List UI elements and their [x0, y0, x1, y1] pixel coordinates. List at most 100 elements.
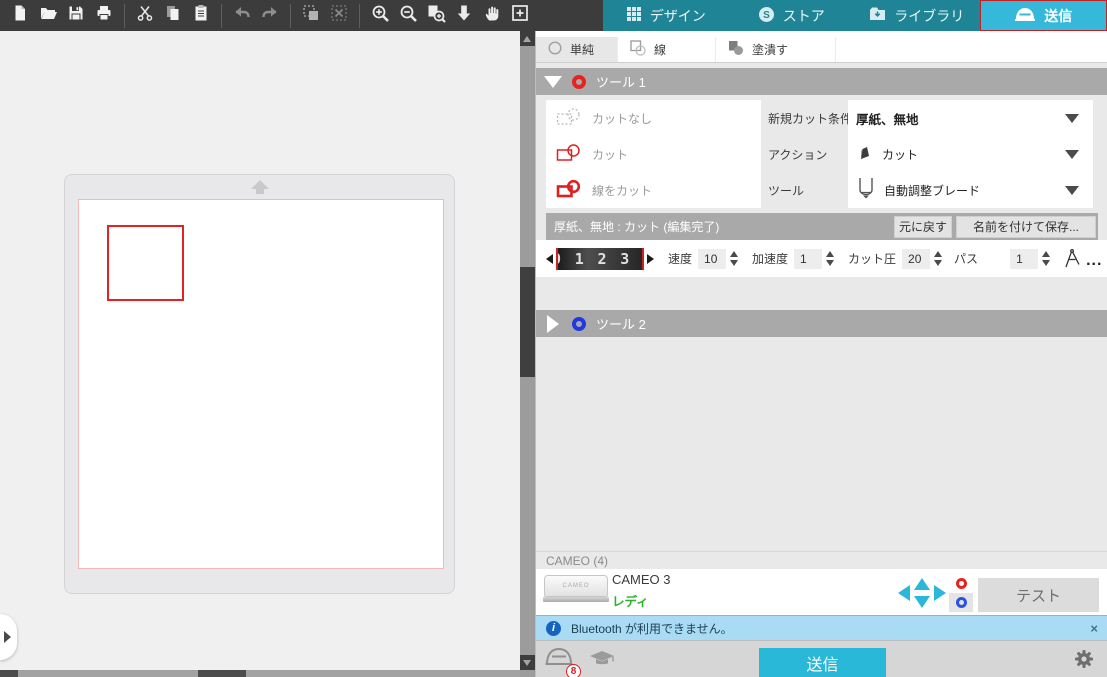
- zoom-selection-button[interactable]: [422, 3, 450, 29]
- jog-up-arrow[interactable]: [914, 578, 930, 590]
- pressure-input[interactable]: 20: [902, 249, 930, 269]
- material-dropdown[interactable]: 厚紙、無地: [848, 100, 1093, 136]
- tutorials-button[interactable]: [588, 649, 616, 674]
- vscroll-down-button[interactable]: [520, 655, 535, 670]
- hscroll-left-stub[interactable]: [0, 670, 18, 677]
- new-document-button[interactable]: [6, 3, 34, 29]
- vscroll-thumb[interactable]: [520, 267, 535, 377]
- tab-send[interactable]: 送信: [980, 0, 1107, 31]
- horizontal-scrollbar[interactable]: [0, 670, 535, 677]
- zoom-out-icon: [399, 4, 418, 28]
- tool2-blue-ring-icon: [572, 317, 586, 331]
- tab-design-label: デザイン: [650, 6, 706, 26]
- design-shape-square[interactable]: [107, 225, 184, 301]
- cut-mode-cut-edge[interactable]: 線をカット: [546, 172, 761, 208]
- cut-mode-no-cut[interactable]: カットなし: [546, 100, 761, 136]
- zoom-out-button[interactable]: [394, 3, 422, 29]
- undo-button[interactable]: [228, 3, 256, 29]
- tool-holder-2[interactable]: [949, 593, 973, 612]
- pressure-stepper[interactable]: [934, 251, 942, 266]
- cut-mode-list: カットなし カット 線をカット: [546, 100, 761, 208]
- tool2-title: ツール 2: [596, 314, 646, 333]
- condition-bar: 厚紙、無地 : カット (編集完了) 元に戻す 名前を付けて保存...: [546, 213, 1098, 240]
- print-button[interactable]: [90, 3, 118, 29]
- tool-dropdown[interactable]: 自動調整ブレード: [848, 172, 1093, 208]
- tab-library-label: ライブラリ: [894, 6, 964, 26]
- drag-zoom-button[interactable]: [450, 3, 478, 29]
- fit-to-page-button[interactable]: [506, 3, 534, 29]
- tab-fill[interactable]: 塗潰す: [716, 37, 836, 62]
- speed-input[interactable]: 10: [698, 249, 726, 269]
- tab-simple-label: 単純: [570, 41, 594, 58]
- svg-text:S: S: [763, 10, 770, 21]
- tab-simple[interactable]: 単純: [536, 37, 618, 62]
- save-button[interactable]: [62, 3, 90, 29]
- vertical-scrollbar[interactable]: [520, 31, 535, 677]
- expand-triangle-icon: [547, 315, 559, 333]
- zoom-in-icon: [371, 4, 390, 28]
- device-thumb-label: CAMEO: [562, 583, 589, 589]
- silhouette-studio-send-screen: デザイン S ストア ライブラリ 送信: [0, 0, 1107, 677]
- test-button[interactable]: テスト: [978, 578, 1099, 612]
- delete-selection-button[interactable]: [325, 3, 353, 29]
- toolbar-separator: [359, 4, 360, 28]
- save-as-button[interactable]: 名前を付けて保存...: [956, 216, 1096, 238]
- bluetooth-notice-bar: i Bluetooth が利用できません。 ×: [536, 615, 1107, 640]
- open-file-button[interactable]: [34, 3, 62, 29]
- acceleration-input[interactable]: 1: [794, 249, 822, 269]
- dial-right-arrow[interactable]: [647, 254, 654, 264]
- passes-input[interactable]: 1: [1010, 249, 1038, 269]
- cut-mode-cut[interactable]: カット: [546, 136, 761, 172]
- tool1-red-ring-icon: [572, 75, 586, 89]
- speed-stepper[interactable]: [730, 251, 738, 266]
- tool2-header[interactable]: ツール 2: [536, 310, 1107, 337]
- page-area: [78, 199, 444, 569]
- fit-to-page-icon: [511, 4, 529, 27]
- device-name: CAMEO 3: [612, 572, 671, 587]
- copy-button[interactable]: [159, 3, 187, 29]
- dial-left-arrow[interactable]: [546, 254, 553, 264]
- tab-store[interactable]: S ストア: [729, 0, 855, 31]
- tool1-header[interactable]: ツール 1: [536, 68, 1107, 95]
- jog-right-arrow[interactable]: [934, 585, 946, 601]
- hscroll-thumb[interactable]: [198, 670, 246, 677]
- pan-button[interactable]: [478, 3, 506, 29]
- device-row: CAMEO CAMEO 3 レディ テスト: [536, 569, 1107, 615]
- vscroll-up-button[interactable]: [520, 31, 535, 46]
- action-dropdown[interactable]: カット: [848, 136, 1093, 172]
- redo-button[interactable]: [256, 3, 284, 29]
- cut-mode-label: 線をカット: [592, 182, 652, 199]
- fill-style-icon: [728, 40, 744, 59]
- tab-line[interactable]: 線: [618, 37, 716, 62]
- blade-adjust-button[interactable]: ...: [1062, 248, 1102, 270]
- revert-button[interactable]: 元に戻す: [894, 216, 952, 238]
- flyout-handle[interactable]: [0, 614, 17, 660]
- jog-down-arrow[interactable]: [914, 596, 930, 608]
- paste-button[interactable]: [187, 3, 215, 29]
- zoom-selection-icon: [427, 4, 446, 28]
- tool-holder-1[interactable]: [949, 574, 973, 593]
- blade-depth-dial[interactable]: 0 1 2 3 4: [556, 248, 644, 270]
- auto-blade-icon: [856, 177, 876, 204]
- zoom-in-button[interactable]: [366, 3, 394, 29]
- close-icon[interactable]: ×: [1090, 621, 1098, 636]
- holder1-red-ring-icon: [956, 578, 967, 589]
- passes-stepper[interactable]: [1042, 251, 1050, 266]
- paste-in-place-button[interactable]: [297, 3, 325, 29]
- acceleration-label: 加速度: [752, 250, 788, 267]
- send-button[interactable]: 送信: [759, 648, 886, 677]
- device-group-label: CAMEO (4): [536, 551, 1107, 569]
- cut-mode-label: カット: [592, 146, 628, 163]
- jog-left-arrow[interactable]: [898, 585, 910, 601]
- tab-library[interactable]: ライブラリ: [854, 0, 980, 31]
- scissors-icon: [136, 4, 154, 27]
- gear-icon: [1074, 656, 1094, 673]
- cut-button[interactable]: [131, 3, 159, 29]
- settings-gear-button[interactable]: [1074, 649, 1094, 674]
- acceleration-stepper[interactable]: [826, 251, 834, 266]
- hand-icon: [483, 4, 501, 27]
- tab-design[interactable]: デザイン: [603, 0, 729, 31]
- design-canvas: [0, 31, 520, 670]
- queue-cutter-button[interactable]: 8: [544, 646, 574, 675]
- toolbar-separator: [290, 4, 291, 28]
